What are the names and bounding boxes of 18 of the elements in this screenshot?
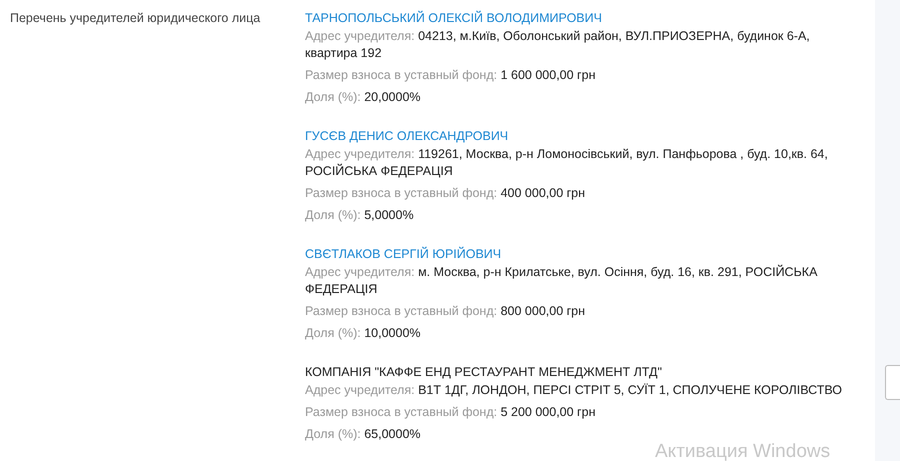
field-text: Доля (%): 10,0000% <box>305 325 422 342</box>
field-text: Адрес учредителя: 119261, Москва, р-н Ломоносівський, вул. Панфьорова , буд. 10,кв. 64, РОСІЙСЬКА ФЕДЕРАЦІЯ <box>305 146 829 180</box>
section-label: Перечень учредителей юридического лица <box>10 10 260 27</box>
field-text: Доля (%): 20,0000% <box>305 89 422 106</box>
founder-link[interactable]: ТАРНОПОЛЬСЬКИЙ ОЛЕКСІЙ ВОЛОДИМИРОВИЧ <box>305 10 602 27</box>
field-text: Размер взноса в уставный фонд: 1 600 000,00 грн <box>305 67 596 84</box>
field-text: Размер взноса в уставный фонд: 400 000,00 грн <box>305 185 586 202</box>
field-text: Доля (%): 65,0000% <box>305 426 422 443</box>
field-text: Адрес учредителя: м. Москва, р-н Крилатське, вул. Осіння, буд. 16, кв. 291, РОСІЙСЬКА ФЕДЕРАЦІЯ <box>305 264 818 298</box>
field-text: Адрес учредителя: В1Т 1ДГ, ЛОНДОН, ПЕРСІ СТРІТ 5, СУЇТ 1, СПОЛУЧЕНЕ КОРОЛІВСТВО <box>305 382 844 399</box>
founder-link[interactable]: СВЄТЛАКОВ СЕРГІЙ ЮРІЙОВИЧ <box>305 246 502 263</box>
field-text: Адрес учредителя: 04213, м.Київ, Оболонський район, ВУЛ.ПРИОЗЕРНА, будинок 6-А, квартира 192 <box>305 28 811 62</box>
side-button[interactable] <box>885 365 900 400</box>
field-text: Размер взноса в уставный фонд: 800 000,00 грн <box>305 303 586 320</box>
field-text: Размер взноса в уставный фонд: 5 200 000,00 грн <box>305 404 596 421</box>
founder-name: КОМПАНІЯ "КАФФЕ ЕНД РЕСТАУРАНТ МЕНЕДЖМЕНТ ЛТД" <box>305 364 662 381</box>
field-text: Доля (%): 5,0000% <box>305 207 415 224</box>
founder-link[interactable]: ГУСЄВ ДЕНИС ОЛЕКСАНДРОВИЧ <box>305 128 508 145</box>
